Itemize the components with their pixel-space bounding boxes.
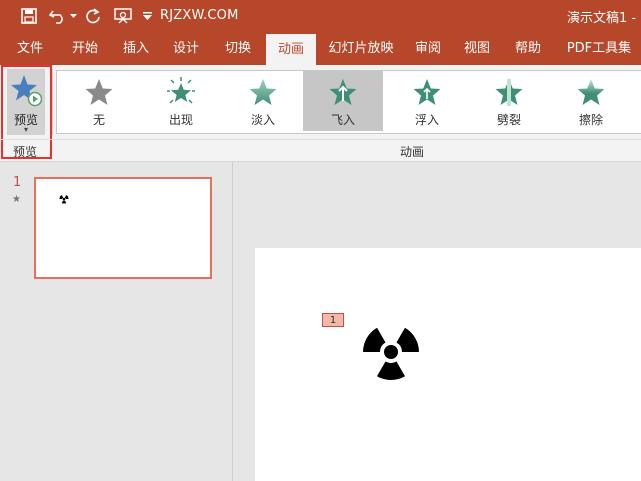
fly-in-star-icon <box>329 79 357 105</box>
tab-slideshow[interactable]: 幻灯片放映 <box>320 32 402 65</box>
effect-wipe[interactable]: 擦除 <box>551 71 631 131</box>
customize-qat-icon[interactable] <box>140 6 154 26</box>
appear-star-icon <box>167 77 195 104</box>
effect-label: 擦除 <box>578 113 603 127</box>
animation-marker-icon: ★ <box>12 194 21 205</box>
effect-fade[interactable]: 淡入 <box>223 71 303 131</box>
effect-fly-in[interactable]: 飞入 <box>303 71 383 131</box>
redo-icon[interactable] <box>83 6 103 26</box>
ribbon-animations: 预览 ▾ 预览 无 出现 淡入 飞入 浮入 劈裂 擦除 动画 <box>0 65 641 162</box>
effect-appear[interactable]: 出现 <box>141 71 221 131</box>
panel-divider[interactable] <box>232 162 233 481</box>
tab-pdf-tools[interactable]: PDF工具集 <box>560 32 638 65</box>
undo-dropdown-icon[interactable] <box>68 6 78 26</box>
group-divider <box>52 69 53 135</box>
effect-label: 无 <box>92 113 105 127</box>
split-star-icon <box>495 79 523 106</box>
tab-help[interactable]: 帮助 <box>504 32 552 65</box>
effect-none[interactable]: 无 <box>59 71 139 131</box>
slide-number: 1 <box>13 175 22 190</box>
radiation-icon <box>59 195 69 204</box>
animation-gallery: 无 出现 淡入 飞入 浮入 劈裂 擦除 <box>56 70 641 134</box>
float-in-star-icon <box>413 79 441 105</box>
tab-home[interactable]: 开始 <box>60 32 110 65</box>
present-from-start-icon[interactable] <box>112 6 134 26</box>
effect-label: 劈裂 <box>496 113 521 127</box>
tab-animations[interactable]: 动画 <box>266 34 316 65</box>
effect-split[interactable]: 劈裂 <box>469 71 549 131</box>
title-bar: RJZXW.COM 演示文稿1 - <box>0 0 641 32</box>
effect-float-in[interactable]: 浮入 <box>387 71 467 131</box>
star-icon <box>85 79 113 105</box>
ribbon-tabs: 文件 开始 插入 设计 切换 动画 幻灯片放映 审阅 视图 帮助 PDF工具集 <box>0 32 641 65</box>
site-watermark: RJZXW.COM <box>160 8 239 23</box>
tab-insert[interactable]: 插入 <box>112 32 160 65</box>
document-title: 演示文稿1 - <box>567 11 637 26</box>
tab-view[interactable]: 视图 <box>454 32 500 65</box>
preview-highlight-box <box>1 65 52 159</box>
effect-label: 浮入 <box>414 113 439 127</box>
effect-label: 淡入 <box>250 113 275 127</box>
tab-review[interactable]: 审阅 <box>405 32 451 65</box>
save-icon[interactable] <box>18 6 40 26</box>
animation-group-label: 动画 <box>400 145 425 159</box>
radiation-icon[interactable] <box>359 320 423 384</box>
fade-star-icon <box>249 79 277 105</box>
wipe-star-icon <box>577 79 605 105</box>
effect-label: 飞入 <box>330 113 355 127</box>
undo-icon[interactable] <box>48 6 68 26</box>
slide-thumbnail[interactable] <box>34 177 212 279</box>
tab-file[interactable]: 文件 <box>4 32 56 65</box>
slide-canvas[interactable] <box>255 248 641 481</box>
animation-order-badge[interactable]: 1 <box>322 313 344 327</box>
tab-design[interactable]: 设计 <box>162 32 210 65</box>
tab-transitions[interactable]: 切换 <box>213 32 263 65</box>
ribbon-group-separator <box>0 139 641 140</box>
effect-label: 出现 <box>168 113 193 127</box>
